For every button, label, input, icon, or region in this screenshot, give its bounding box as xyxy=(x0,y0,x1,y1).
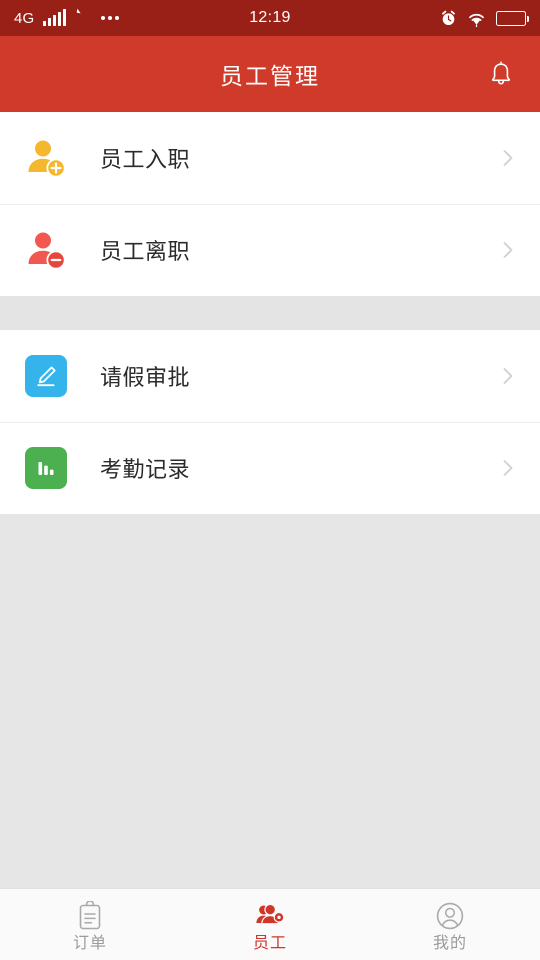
wifi-icon xyxy=(469,13,484,27)
signal-bars-icon xyxy=(43,9,67,26)
network-type-label: 4G xyxy=(14,9,35,27)
menu-item-employee-offboarding[interactable]: 员工离职 xyxy=(0,204,540,296)
user-circle-icon xyxy=(435,901,465,931)
bar-chart-icon xyxy=(20,442,72,494)
user-add-icon xyxy=(20,132,72,184)
user-remove-icon xyxy=(20,224,72,276)
menu-group-1: 员工入职 员工离职 xyxy=(0,112,540,296)
menu-list: 员工入职 员工离职 请假审批 考勤记录 xyxy=(0,112,540,888)
menu-item-label: 员工离职 xyxy=(100,239,191,264)
page-title: 员工管理 xyxy=(220,63,320,89)
bottom-tab-bar: 订单 员工 我的 xyxy=(0,888,540,960)
bell-icon xyxy=(491,61,511,85)
tab-employees[interactable]: 员工 xyxy=(180,889,360,960)
alarm-clock-icon xyxy=(442,10,455,25)
status-bar-left: 4G xyxy=(14,9,120,27)
tab-label: 我的 xyxy=(432,934,467,952)
chevron-right-icon xyxy=(503,150,513,166)
app-screen: 4G 12:19 员工管理 员工入职 员工离职 请假审批 考勤记录 订单 员工 … xyxy=(0,0,540,960)
menu-group-2: 请假审批 考勤记录 xyxy=(0,330,540,514)
group-separator xyxy=(0,296,540,330)
notification-button[interactable] xyxy=(484,57,518,91)
ellipsis-icon xyxy=(101,16,120,20)
menu-item-label: 请假审批 xyxy=(100,365,191,390)
pencil-edit-icon xyxy=(20,350,72,402)
chevron-right-icon xyxy=(503,368,513,384)
chevron-right-icon xyxy=(503,460,513,476)
people-gear-icon xyxy=(255,901,285,931)
chevron-right-icon xyxy=(503,242,513,258)
tab-label: 员工 xyxy=(252,934,287,952)
tab-profile[interactable]: 我的 xyxy=(360,889,540,960)
menu-item-attendance-record[interactable]: 考勤记录 xyxy=(0,422,540,514)
menu-item-leave-approval[interactable]: 请假审批 xyxy=(0,330,540,422)
app-header: 员工管理 xyxy=(0,36,540,112)
status-bar: 4G 12:19 xyxy=(0,0,540,36)
menu-item-label: 员工入职 xyxy=(100,147,191,172)
status-bar-right xyxy=(440,10,529,27)
tab-orders[interactable]: 订单 xyxy=(0,889,180,960)
menu-item-employee-onboarding[interactable]: 员工入职 xyxy=(0,112,540,204)
battery-icon xyxy=(496,10,529,26)
menu-item-label: 考勤记录 xyxy=(100,457,191,482)
tab-label: 订单 xyxy=(72,934,107,952)
chat-bubble-icon xyxy=(75,10,92,27)
clipboard-icon xyxy=(75,900,105,931)
